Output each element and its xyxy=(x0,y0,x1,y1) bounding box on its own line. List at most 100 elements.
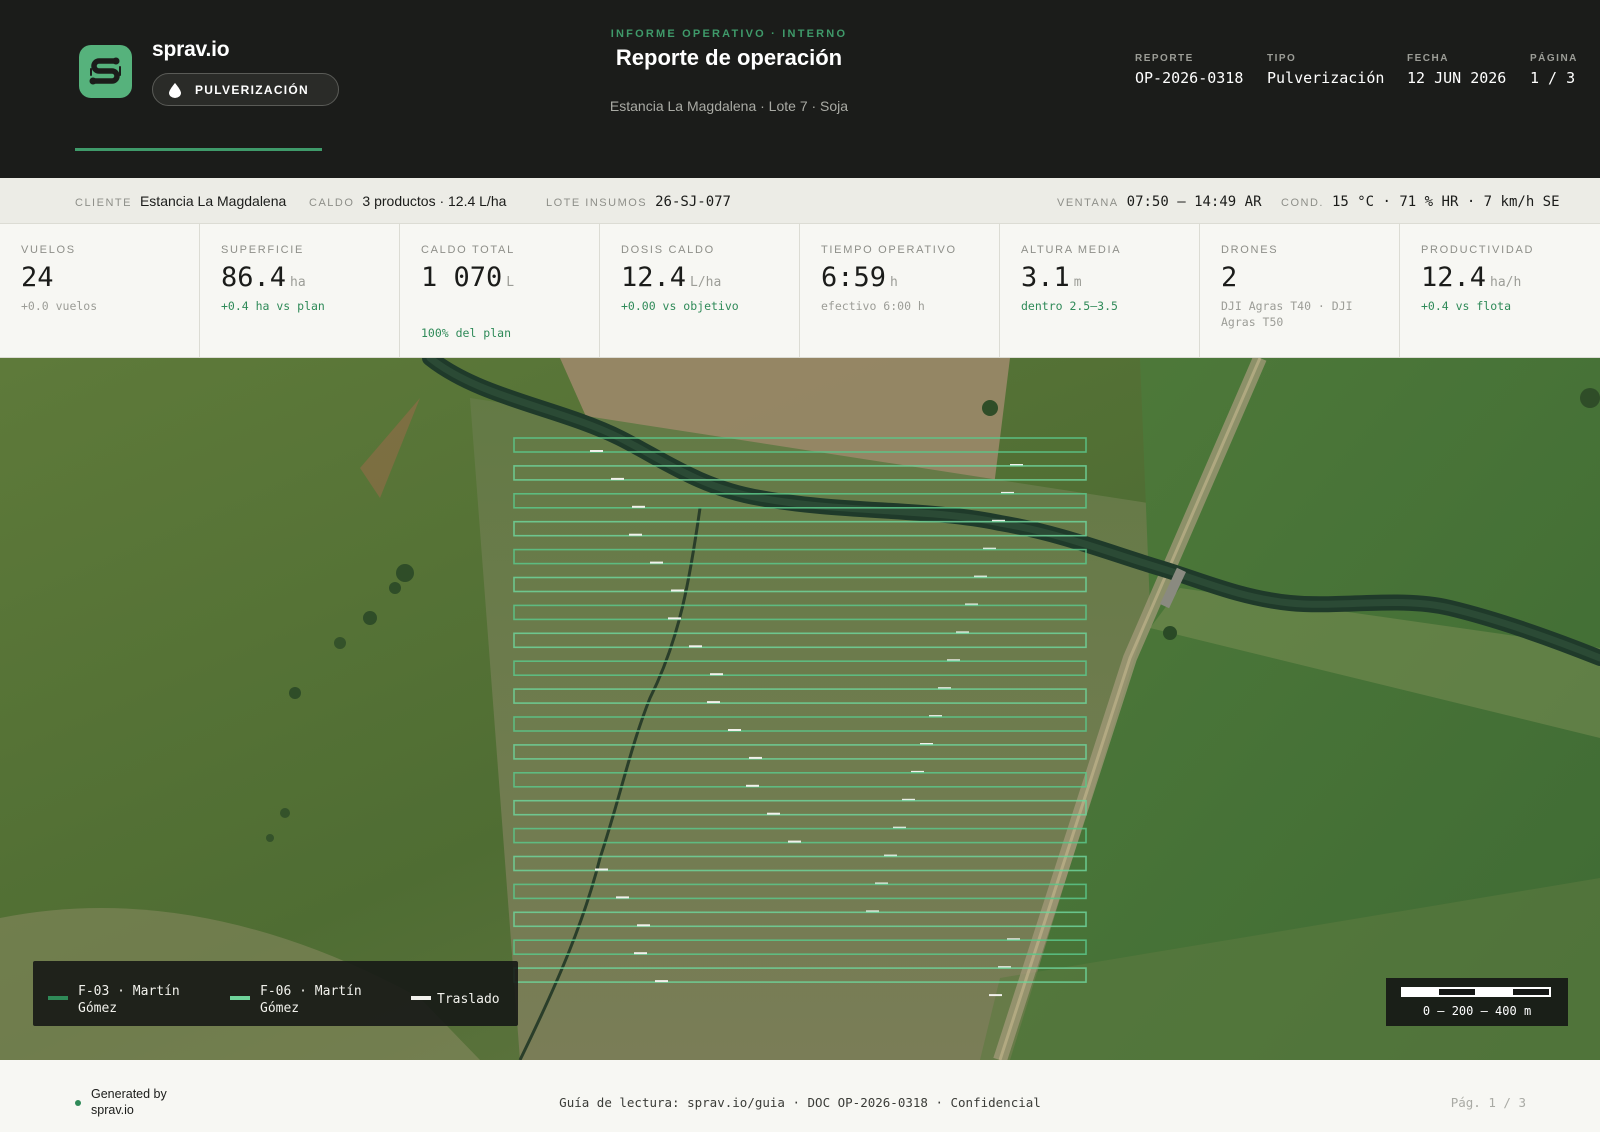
legend-item-f03: F-03 · Martín Gómez xyxy=(78,984,180,1016)
kpi-delta: +0.00 vs objetivo xyxy=(621,299,739,313)
meta-label: REPORTE xyxy=(1135,53,1194,64)
meta-value: 12 JUN 2026 xyxy=(1407,69,1507,87)
legend-swatch-f03 xyxy=(48,996,68,1000)
strip-mix: CALDO 3 productos · 12.4 L/ha xyxy=(309,193,506,211)
kpi-value: 24 xyxy=(21,262,54,293)
flight-passes-overlay xyxy=(513,437,1087,997)
kpi-label: DOSIS CALDO xyxy=(621,244,715,256)
kpi-label: DRONES xyxy=(1221,244,1279,256)
legend-item-f06: F-06 · Martín Gómez xyxy=(260,984,362,1016)
flight-pass xyxy=(513,883,1087,900)
kpi-delta: dentro 2.5–3.5 xyxy=(1021,299,1118,313)
meta-label: PÁGINA xyxy=(1530,53,1578,64)
flight-pass xyxy=(513,493,1087,509)
flight-pass xyxy=(513,911,1087,928)
report-header: sprav.io PULVERIZACIÓN INFORME OPERATIVO… xyxy=(0,0,1600,178)
kpi-delta: +0.0 vuelos xyxy=(21,299,98,313)
flight-pass xyxy=(513,827,1087,844)
meta-report: REPORTE OP-2026-0318 xyxy=(1135,53,1243,87)
operation-type-badge: PULVERIZACIÓN xyxy=(152,73,339,106)
meta-page: PÁGINA 1 / 3 xyxy=(1530,53,1578,87)
flight-pass xyxy=(513,799,1087,816)
kpi-productivity: PRODUCTIVIDAD 12.4 ha/h +0.4 vs flota xyxy=(1400,224,1600,358)
flight-pass xyxy=(513,967,1087,983)
flight-pass xyxy=(513,465,1087,481)
flight-pass xyxy=(513,604,1087,621)
meta-value: Pulverización xyxy=(1267,69,1385,87)
flight-pass xyxy=(513,939,1087,956)
meta-value: OP-2026-0318 xyxy=(1135,69,1244,87)
legend-item-transfer: Traslado xyxy=(437,992,500,1007)
kpi-value: 12.4 ha/h xyxy=(1421,262,1522,293)
kpi-label: ALTURA MEDIA xyxy=(1021,244,1122,256)
legend-swatch-f06 xyxy=(230,996,250,1000)
footer-page-number: Pág. 1 / 3 xyxy=(1450,1095,1526,1110)
kpi-row: VUELOS 24 +0.0 vuelos SUPERFICIE 86.4 ha … xyxy=(0,224,1600,358)
kpi-mean-height: ALTURA MEDIA 3.1 m dentro 2.5–3.5 xyxy=(1000,224,1200,358)
meta-date: FECHA 12 JUN 2026 xyxy=(1407,53,1506,87)
strip-label: CALDO xyxy=(309,197,355,209)
strip-conditions: COND. 15 °C · 71 % HR · 7 km/h SE xyxy=(1281,193,1560,211)
header-accent-rule xyxy=(75,148,322,151)
brand-s-icon xyxy=(89,57,121,85)
kpi-value: 2 xyxy=(1221,262,1238,293)
flight-pass xyxy=(513,576,1087,593)
kpi-surface: SUPERFICIE 86.4 ha +0.4 ha vs plan xyxy=(200,224,400,358)
legend-swatch-transfer xyxy=(411,996,431,1000)
meta-label: TIPO xyxy=(1267,53,1297,64)
kpi-operating-time: TIEMPO OPERATIVO 6:59 h efectivo 6:00 h xyxy=(800,224,1000,358)
reading-guide-link[interactable]: Guía de lectura: sprav.io/guia · DOC OP-… xyxy=(420,1095,1180,1110)
strip-value: 15 °C · 71 % HR · 7 km/h SE xyxy=(1331,194,1560,210)
strip-label: CLIENTE xyxy=(75,197,132,209)
kpi-delta: efectivo 6:00 h xyxy=(821,299,925,313)
report-kicker: INFORME OPERATIVO · INTERNO xyxy=(610,28,848,40)
strip-label: LOTE INSUMOS xyxy=(546,197,648,209)
flight-pass xyxy=(513,744,1087,760)
brand-name: sprav.io xyxy=(152,38,230,61)
scale-bar-label: 0 — 200 — 400 m xyxy=(1422,1004,1532,1018)
strip-value: Estancia La Magdalena xyxy=(139,193,287,209)
kpi-delta: DJI Agras T40 · DJI Agras T50 xyxy=(1221,299,1353,329)
meta-value: 1 / 3 xyxy=(1530,69,1576,87)
scale-bar: 0 — 200 — 400 m xyxy=(1386,978,1568,1026)
flight-pass xyxy=(513,688,1087,704)
kpi-label: CALDO TOTAL xyxy=(421,244,515,256)
kpi-label: TIEMPO OPERATIVO xyxy=(821,244,957,256)
strip-value: 26-SJ-077 xyxy=(655,194,731,210)
kpi-value: 6:59 h xyxy=(821,262,898,293)
flight-map[interactable]: F-03 · Martín Gómez F-06 · Martín Gómez … xyxy=(0,358,1600,1060)
kpi-value: 1 070 L xyxy=(421,262,515,293)
kpi-flights: VUELOS 24 +0.0 vuelos xyxy=(0,224,200,358)
kpi-value: 86.4 ha xyxy=(221,262,306,293)
strip-client: CLIENTE Estancia La Magdalena xyxy=(75,193,286,211)
flight-pass xyxy=(513,771,1087,788)
kpi-total-mix: CALDO TOTAL 1 070 L 100% del plan xyxy=(400,224,600,358)
flight-pass xyxy=(513,660,1087,677)
kpi-delta: +0.4 ha vs plan xyxy=(221,299,325,313)
strip-label: VENTANA xyxy=(1057,197,1119,209)
page-subtitle: Estancia La Magdalena · Lote 7 · Soja xyxy=(609,98,849,114)
kpi-drones: DRONES 2 DJI Agras T40 · DJI Agras T50 xyxy=(1200,224,1400,358)
badge-label: PULVERIZACIÓN xyxy=(195,83,310,97)
map-legend: F-03 · Martín Gómez F-06 · Martín Gómez … xyxy=(33,961,518,1026)
kpi-value: 12.4 L/ha xyxy=(621,262,722,293)
kpi-delta: +0.4 vs flota xyxy=(1421,299,1512,313)
droplet-icon xyxy=(169,83,181,98)
flight-pass xyxy=(513,548,1087,565)
meta-label: FECHA xyxy=(1407,53,1449,64)
flight-pass xyxy=(513,520,1087,537)
kpi-value: 3.1 m xyxy=(1021,262,1082,293)
flight-pass xyxy=(513,632,1087,649)
status-dot-icon xyxy=(75,1100,81,1106)
kpi-label: VUELOS xyxy=(21,244,76,256)
meta-type: TIPO Pulverización xyxy=(1267,53,1384,87)
strip-value: 3 productos · 12.4 L/ha xyxy=(362,193,507,209)
generated-by: Generated by sprav.io xyxy=(91,1087,167,1117)
strip-value: 07:50 — 14:49 AR xyxy=(1126,194,1262,210)
flight-pass xyxy=(513,437,1087,453)
kpi-delta: 100% del plan xyxy=(421,326,512,340)
flight-pass xyxy=(513,716,1087,732)
operation-info-strip: CLIENTE Estancia La Magdalena CALDO 3 prod… xyxy=(0,178,1600,224)
flight-pass xyxy=(513,855,1087,872)
scale-bar-graphic xyxy=(1401,987,1551,997)
